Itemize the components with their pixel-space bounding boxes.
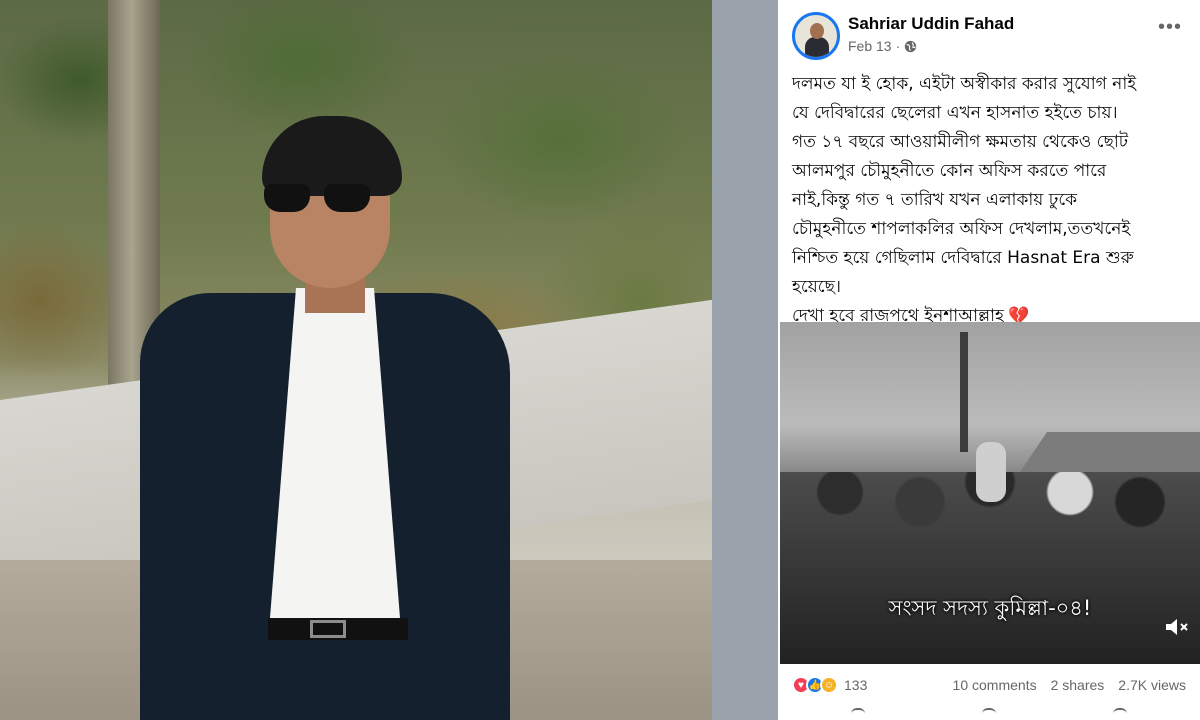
stats-right: 10 comments 2 shares 2.7K views	[953, 677, 1186, 693]
share-action-icon[interactable]	[1113, 708, 1128, 720]
panel-divider	[712, 0, 778, 720]
post-text: দলমত যা ই হোক, এইটা অস্বীকার করার সুযোগ …	[792, 70, 1192, 331]
reaction-count[interactable]: 133	[844, 677, 867, 693]
reactions[interactable]: ♥ 👍 ☺ 133	[792, 676, 867, 694]
post-text-line: গত ১৭ বছরে আওয়ামীলীগ ক্ষমতায় থেকেও ছোট	[792, 132, 1129, 152]
post-video[interactable]: সংসদ সদস্য কুমিল্লা-০৪!	[780, 322, 1200, 664]
author-name[interactable]: Sahriar Uddin Fahad	[848, 14, 1014, 34]
post-text-line: হয়েছে।	[792, 277, 841, 297]
post-text-line: আলমপুর চৌমুহনীতে কোন অফিস করতে পারে	[792, 161, 1107, 181]
more-horizontal-icon[interactable]: •••	[1158, 16, 1182, 39]
video-roof	[1020, 432, 1200, 472]
post-text-line: নাই,কিন্তু গত ৭ তারিখ যখন এলাকায় ঢুকে	[792, 190, 1078, 210]
facebook-post: Sahriar Uddin Fahad Feb 13 · ••• দলমত যা…	[778, 0, 1200, 720]
avatar[interactable]	[792, 12, 840, 60]
post-text-line: যে দেবিদ্বারের ছেলেরা এখন হাসনাত হইতে চা…	[792, 103, 1118, 123]
post-stats: ♥ 👍 ☺ 133 10 comments 2 shares 2.7K view…	[792, 672, 1186, 698]
globe-icon[interactable]	[904, 40, 917, 53]
meta-separator: ·	[895, 38, 901, 54]
post-meta: Feb 13 ·	[848, 38, 917, 54]
photo-person	[120, 108, 520, 720]
like-action-icon[interactable]	[850, 708, 865, 720]
video-raised-hand	[976, 442, 1006, 502]
comment-action-icon[interactable]	[981, 708, 996, 720]
views-count: 2.7K views	[1118, 677, 1186, 693]
post-actions	[792, 708, 1186, 720]
person-sunglasses	[260, 184, 380, 216]
person-belt-buckle	[310, 620, 346, 638]
post-text-line: চৌমুহনীতে শাপলাকলির অফিস দেখলাম,ততখনেই	[792, 219, 1131, 239]
care-reaction-icon: ☺	[820, 676, 838, 694]
video-caption: সংসদ সদস্য কুমিল্লা-০৪!	[888, 596, 1092, 620]
post-text-line: দলমত যা ই হোক, এইটা অস্বীকার করার সুযোগ …	[792, 74, 1137, 94]
profile-photo	[0, 0, 712, 720]
video-pole	[960, 332, 968, 452]
post-date[interactable]: Feb 13	[848, 38, 892, 54]
post-text-line: নিশ্চিত হয়ে গেছিলাম দেবিদ্বারে Hasnat E…	[792, 248, 1134, 268]
post-header: Sahriar Uddin Fahad Feb 13 · •••	[792, 12, 1192, 60]
shares-count[interactable]: 2 shares	[1051, 677, 1105, 693]
comments-count[interactable]: 10 comments	[953, 677, 1037, 693]
volume-muted-icon[interactable]	[1164, 616, 1190, 638]
